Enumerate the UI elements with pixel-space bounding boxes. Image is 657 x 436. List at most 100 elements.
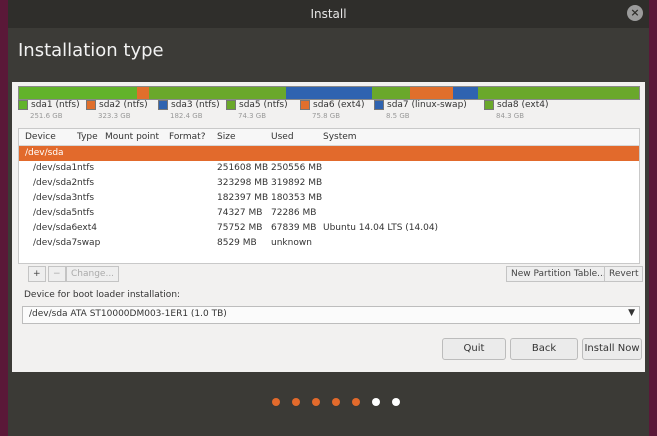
col-size[interactable]: Size — [217, 132, 235, 142]
legend-size: 75.8 GB — [312, 111, 341, 120]
cell-used: unknown — [271, 238, 312, 248]
progress-dot — [392, 398, 400, 406]
cell-size: 8529 MB — [217, 238, 257, 248]
cell-type: ext4 — [77, 223, 97, 233]
action-bar: Quit Back Install Now — [12, 338, 645, 362]
page-title: Installation type — [18, 40, 164, 61]
cell-size: 74327 MB — [217, 208, 263, 218]
cell-used: 67839 MB — [271, 223, 317, 233]
partition-bar — [18, 86, 640, 100]
legend-item: sda1 (ntfs) 251.6 GB — [18, 100, 80, 120]
col-system[interactable]: System — [323, 132, 357, 142]
new-partition-table-button[interactable]: New Partition Table... — [506, 266, 611, 282]
table-row[interactable]: /dev/sda — [19, 146, 639, 161]
col-used[interactable]: Used — [271, 132, 294, 142]
legend-label: sda3 (ntfs) — [171, 100, 220, 110]
title-bar: Install × — [8, 0, 649, 28]
legend-size: 8.5 GB — [386, 111, 410, 120]
legend-swatch — [18, 100, 28, 110]
cell-type: ntfs — [77, 193, 95, 203]
chevron-down-icon[interactable]: ▼ — [628, 308, 635, 318]
partition-bar-segment — [409, 87, 453, 99]
back-button[interactable]: Back — [510, 338, 578, 360]
partition-bar-segment — [285, 87, 373, 99]
add-partition-button[interactable]: + — [28, 266, 46, 282]
cell-used: 319892 MB — [271, 178, 323, 188]
col-format[interactable]: Format? — [169, 132, 206, 142]
table-header: Device Type Mount point Format? Size Use… — [19, 129, 639, 146]
legend-swatch — [300, 100, 310, 110]
quit-button[interactable]: Quit — [442, 338, 506, 360]
progress-dot — [332, 398, 340, 406]
cell-type: ntfs — [77, 208, 95, 218]
legend-size: 323.3 GB — [98, 111, 131, 120]
partition-bar-segment — [477, 87, 639, 99]
table-row[interactable]: /dev/sda1 ntfs 251608 MB 250556 MB — [19, 161, 639, 176]
cell-type: swap — [77, 238, 101, 248]
legend-swatch — [484, 100, 494, 110]
change-partition-button[interactable]: Change... — [66, 266, 120, 282]
cell-device: /dev/sda5 — [33, 208, 78, 218]
legend-swatch — [158, 100, 168, 110]
cell-system: Ubuntu 14.04 LTS (14.04) — [323, 223, 439, 233]
window-title: Install — [310, 7, 347, 21]
page-header: Installation type — [8, 28, 649, 82]
cell-size: 182397 MB — [217, 193, 269, 203]
legend-size: 74.3 GB — [238, 111, 267, 120]
cell-device: /dev/sda — [25, 148, 64, 158]
legend-swatch — [374, 100, 384, 110]
content-panel: sda1 (ntfs) 251.6 GB sda2 (ntfs) 323.3 GB sd… — [12, 82, 645, 372]
revert-button[interactable]: Revert — [604, 266, 644, 282]
cell-size: 251608 MB — [217, 163, 269, 173]
boot-loader-select[interactable]: /dev/sda ATA ST10000DM003-1ER1 (1.0 TB) … — [22, 306, 640, 324]
progress-dot — [352, 398, 360, 406]
progress-dot — [372, 398, 380, 406]
cell-used: 250556 MB — [271, 163, 323, 173]
cell-size: 75752 MB — [217, 223, 263, 233]
legend-label: sda5 (ntfs) — [239, 100, 288, 110]
legend-label: sda1 (ntfs) — [31, 100, 80, 110]
legend-swatch — [226, 100, 236, 110]
cell-device: /dev/sda2 — [33, 178, 78, 188]
cell-device: /dev/sda3 — [33, 193, 78, 203]
legend-item: sda2 (ntfs) 323.3 GB — [86, 100, 148, 120]
cell-device: /dev/sda7 — [33, 238, 78, 248]
legend-label: sda8 (ext4) — [497, 100, 549, 110]
col-type[interactable]: Type — [77, 132, 98, 142]
boot-loader-label: Device for boot loader installation: — [24, 290, 181, 300]
legend-item: sda6 (ext4) 75.8 GB — [300, 100, 365, 120]
partition-bar-segment — [452, 87, 478, 99]
partition-bar-segment — [372, 87, 410, 99]
legend-item: sda7 (linux-swap) 8.5 GB — [374, 100, 467, 120]
boot-loader-value: /dev/sda ATA ST10000DM003-1ER1 (1.0 TB) — [29, 309, 227, 319]
table-row[interactable]: /dev/sda3 ntfs 182397 MB 180353 MB — [19, 191, 639, 206]
legend-item: sda3 (ntfs) 182.4 GB — [158, 100, 220, 120]
partition-legend: sda1 (ntfs) 251.6 GB sda2 (ntfs) 323.3 GB sd… — [18, 100, 638, 126]
legend-size: 84.3 GB — [496, 111, 525, 120]
cell-used: 72286 MB — [271, 208, 317, 218]
cell-size: 323298 MB — [217, 178, 269, 188]
legend-label: sda6 (ext4) — [313, 100, 365, 110]
table-row[interactable]: /dev/sda2 ntfs 323298 MB 319892 MB — [19, 176, 639, 191]
partition-bar-segment — [149, 87, 286, 99]
partition-tools: + − Change... New Partition Table... Rev… — [18, 266, 644, 282]
partition-bar-segment — [136, 87, 150, 99]
progress-dot — [272, 398, 280, 406]
table-row[interactable]: /dev/sda7 swap 8529 MB unknown — [19, 236, 639, 251]
partition-table[interactable]: Device Type Mount point Format? Size Use… — [18, 128, 640, 264]
remove-partition-button[interactable]: − — [48, 266, 66, 282]
table-row[interactable]: /dev/sda5 ntfs 74327 MB 72286 MB — [19, 206, 639, 221]
partition-bar-segment — [19, 87, 137, 99]
cell-device: /dev/sda6 — [33, 223, 78, 233]
close-icon[interactable]: × — [627, 5, 643, 21]
legend-label: sda2 (ntfs) — [99, 100, 148, 110]
col-mount-point[interactable]: Mount point — [105, 132, 159, 142]
col-device[interactable]: Device — [25, 132, 56, 142]
install-now-button[interactable]: Install Now — [582, 338, 642, 360]
legend-size: 251.6 GB — [30, 111, 63, 120]
cell-type: ntfs — [77, 163, 95, 173]
legend-swatch — [86, 100, 96, 110]
progress-dot — [292, 398, 300, 406]
cell-device: /dev/sda1 — [33, 163, 78, 173]
table-row[interactable]: /dev/sda6 ext4 75752 MB 67839 MB Ubuntu 14.0… — [19, 221, 639, 236]
